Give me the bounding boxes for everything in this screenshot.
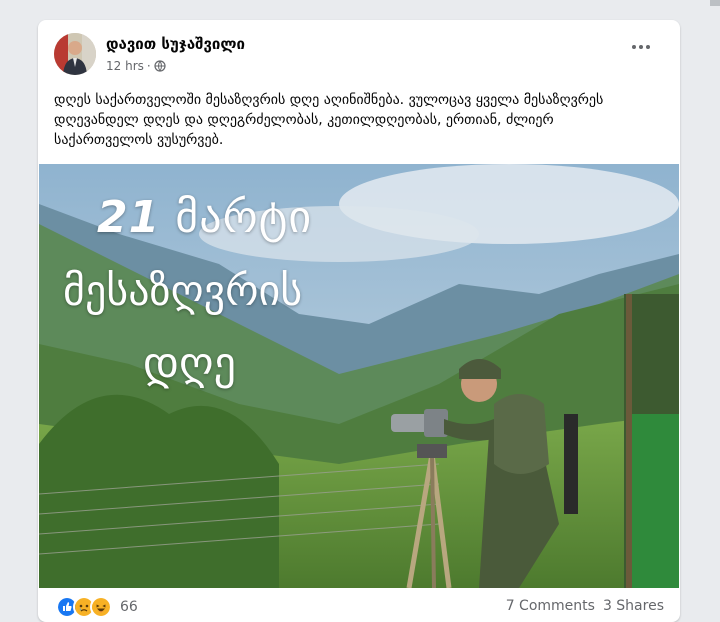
facebook-post: დავით სუჯაშვილი 12 hrs · დღეს საქართველო… [38,20,680,622]
post-image[interactable]: 21 მარტი მესაზღვრის დღე [39,164,679,588]
reaction-count: 66 [120,599,138,615]
image-line2: მესაზღვრის [63,266,303,315]
image-month: მარტი [175,192,313,243]
comments-link[interactable]: 7 Comments [506,598,595,614]
post-stats: 7 Comments 3 Shares [506,598,664,614]
more-options-icon[interactable] [630,40,652,54]
post-meta: 12 hrs · [106,59,166,73]
post-footer: 66 7 Comments 3 Shares [38,588,680,622]
post-text: დღეს საქართველოში მესაზღვრის დღე აღინიშნ… [54,92,604,148]
reactions-summary[interactable]: 66 [56,596,138,618]
post-header: დავით სუჯაშვილი 12 hrs · [38,20,680,84]
author-name[interactable]: დავით სუჯაშვილი [106,35,245,53]
image-day: 21 [97,192,161,243]
corner-mark [710,0,720,6]
post-time[interactable]: 12 hrs [106,59,144,73]
globe-icon [154,60,166,72]
image-date-text: 21 მარტი [97,192,312,243]
image-line3: დღე [143,338,236,389]
avatar[interactable] [54,33,96,75]
haha-reaction-icon [90,596,112,618]
meta-separator: · [146,59,151,73]
shares-link[interactable]: 3 Shares [603,598,664,614]
